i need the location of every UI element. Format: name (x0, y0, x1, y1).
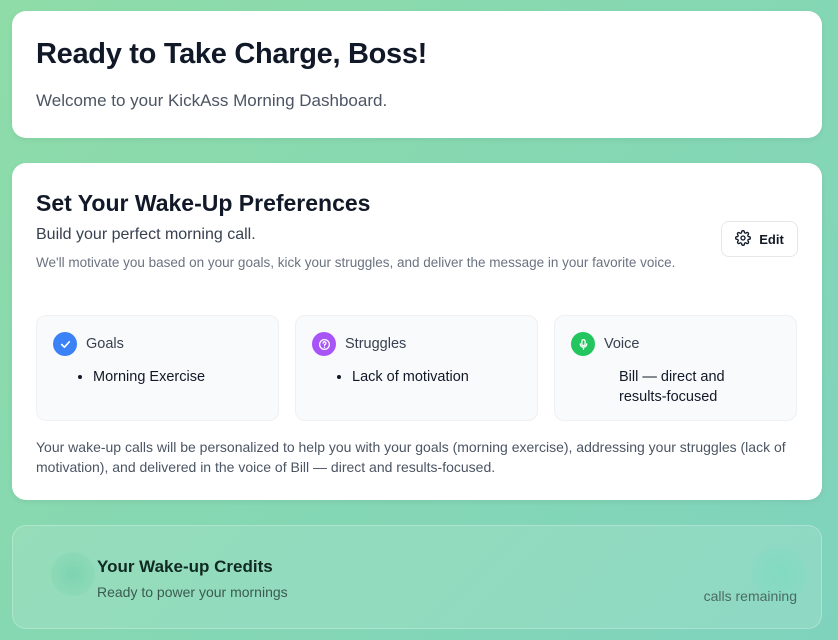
struggles-list: Lack of motivation (312, 367, 521, 387)
list-item: Morning Exercise (93, 367, 262, 387)
gear-icon (735, 229, 752, 249)
welcome-card: Ready to Take Charge, Boss! Welcome to y… (12, 11, 822, 138)
credits-title: Your Wake-up Credits (97, 557, 273, 576)
check-icon (53, 332, 77, 356)
calls-remaining-label: calls remaining (703, 588, 797, 604)
goals-tile: Goals Morning Exercise (36, 315, 279, 421)
preference-tiles: Goals Morning Exercise Struggles Lack of… (36, 315, 797, 421)
goals-list: Morning Exercise (53, 367, 262, 387)
struggles-label: Struggles (345, 336, 407, 352)
goals-label: Goals (86, 336, 124, 352)
preferences-summary: Your wake-up calls will be personalized … (36, 439, 786, 475)
struggles-tile: Struggles Lack of motivation (295, 315, 538, 421)
credits-card: Your Wake-up Credits Ready to power your… (12, 525, 822, 629)
list-item: Lack of motivation (352, 367, 521, 387)
decorative-glow (51, 552, 95, 596)
preferences-description: We'll motivate you based on your goals, … (36, 255, 676, 270)
preferences-card: Set Your Wake-Up Preferences Build your … (12, 163, 822, 500)
page-title: Ready to Take Charge, Boss! (36, 38, 428, 70)
preferences-subtitle: Build your perfect morning call. (36, 226, 256, 243)
credits-tagline: Ready to power your mornings (97, 584, 288, 600)
edit-label: Edit (759, 231, 784, 247)
voice-value: Bill — direct and results-focused (619, 369, 725, 405)
edit-button[interactable]: Edit (721, 221, 798, 257)
question-icon (312, 332, 336, 356)
voice-tile: Voice Bill — direct and results-focused (554, 315, 797, 421)
microphone-icon (571, 332, 595, 356)
welcome-subtitle: Welcome to your KickAss Morning Dashboar… (36, 91, 388, 110)
preferences-title: Set Your Wake-Up Preferences (36, 190, 371, 216)
voice-label: Voice (604, 336, 640, 352)
